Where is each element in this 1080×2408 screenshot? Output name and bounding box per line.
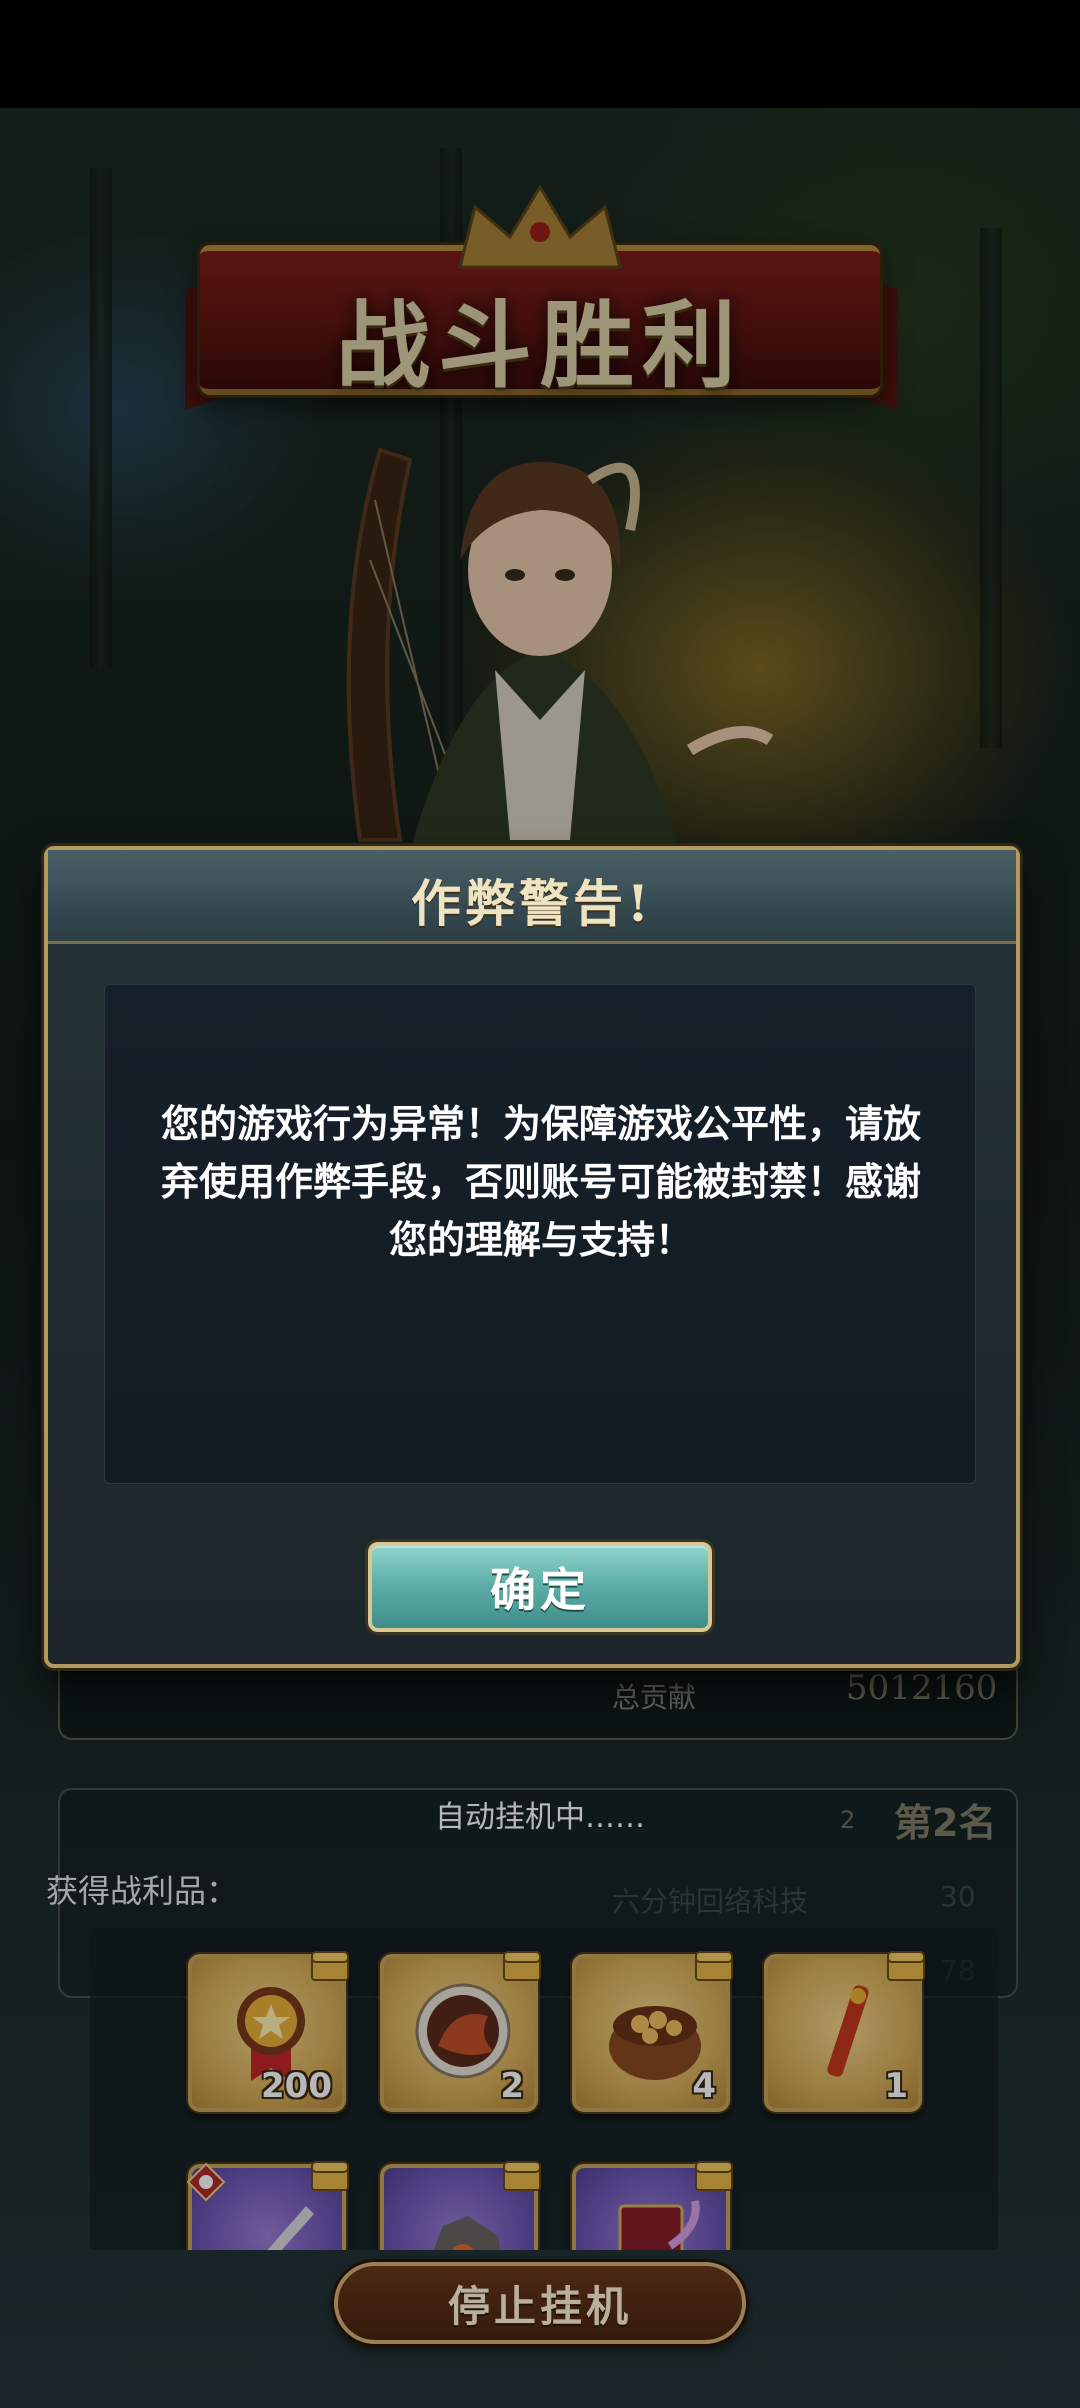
dialog-title: 作弊警告! xyxy=(411,874,653,933)
status-bar xyxy=(0,0,1080,108)
dialog-message: 您的游戏行为异常！为保障游戏公平性，请放 弃使用作弊手段，否则账号可能被封禁！感… xyxy=(119,1095,963,1269)
dialog-body: 您的游戏行为异常！为保障游戏公平性，请放 弃使用作弊手段，否则账号可能被封禁！感… xyxy=(104,984,976,1484)
confirm-button[interactable]: 确定 xyxy=(368,1542,712,1632)
dialog-message-line: 您的理解与支持！ xyxy=(388,1218,693,1262)
dialog-message-line: 您的游戏行为异常！为保障游戏公平性，请放 xyxy=(160,1102,921,1146)
cheat-warning-dialog: 作弊警告! 您的游戏行为异常！为保障游戏公平性，请放 弃使用作弊手段，否则账号可… xyxy=(44,846,1020,1668)
dialog-message-line: 弃使用作弊手段，否则账号可能被封禁！感谢 xyxy=(160,1160,921,1204)
